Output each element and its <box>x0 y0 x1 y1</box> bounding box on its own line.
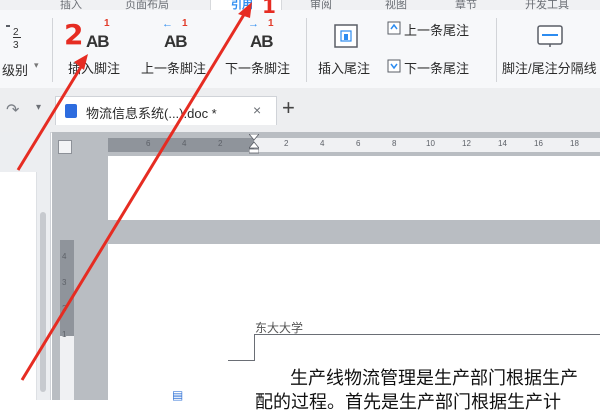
ruler-tick: 4 <box>62 252 67 261</box>
close-icon[interactable]: × <box>253 102 261 118</box>
ruler-tick: 14 <box>498 139 507 148</box>
ruler-tick: 16 <box>534 139 543 148</box>
ruler-tick: 1 <box>62 330 67 339</box>
ruler-tick: 8 <box>392 139 397 148</box>
navigation-pane-content <box>0 172 37 400</box>
left-arrow-icon: ← <box>162 18 173 30</box>
divider <box>306 18 307 82</box>
prev-footnote-ab-icon: AB <box>164 32 188 51</box>
prev-endnote-button[interactable]: 上一条尾注 <box>386 18 496 48</box>
ruler-tick: 2 <box>218 139 223 148</box>
level-dropdown-icon: ▾ <box>34 60 39 70</box>
tab-stop-selector[interactable] <box>58 140 72 154</box>
insert-endnote-button[interactable]: 插入尾注 <box>312 10 384 88</box>
navigation-pane <box>0 132 51 400</box>
footnote-separator-button[interactable]: 脚注/尾注分隔线 <box>500 10 600 88</box>
svg-text:2: 2 <box>13 27 19 38</box>
vertical-ruler[interactable]: 4 3 2 1 <box>60 240 74 400</box>
prev-endnote-label: 上一条尾注 <box>404 23 470 38</box>
ruler-tick: 10 <box>426 139 435 148</box>
ruler-tick: 18 <box>570 139 579 148</box>
document-file-icon <box>65 104 77 118</box>
next-footnote-label: 下一条脚注 <box>225 61 291 76</box>
next-endnote-icon <box>387 59 401 73</box>
prev-footnote-button[interactable]: AB ← 1 上一条脚注 <box>138 10 216 88</box>
footnote-ab-icon: AB <box>86 32 110 51</box>
new-tab-button[interactable]: + <box>282 95 295 121</box>
footnote-sup-icon: 1 <box>104 18 110 29</box>
next-footnote-ab-icon: AB <box>250 32 274 51</box>
ruler-tick: 2 <box>62 304 67 313</box>
document-tab-bar: ↷ ▾ 物流信息系统(...).doc * × + <box>0 88 600 133</box>
ruler-text-area <box>60 336 74 400</box>
next-footnote-button[interactable]: AB → 1 下一条脚注 <box>222 10 302 88</box>
redo-icon[interactable]: ↷ <box>6 100 19 120</box>
horizontal-ruler[interactable]: 6 4 2 2 4 6 8 10 12 14 16 18 <box>108 138 600 152</box>
endnote-page-icon <box>334 24 358 48</box>
navigation-scrollbar[interactable] <box>40 212 46 392</box>
next-footnote-sup-icon: 1 <box>268 18 274 29</box>
margin-mark <box>254 334 255 360</box>
ribbon-toolbar: 2 3 级别 ▾ AB 1 插入脚注 AB ← 1 上一条脚注 AB → 1 下… <box>0 10 600 89</box>
ruler-tick: 2 <box>284 139 289 148</box>
next-endnote-label: 下一条尾注 <box>404 61 470 76</box>
ruler-tick: 4 <box>182 139 187 148</box>
level-icon: 2 3 <box>6 25 21 50</box>
ruler-tick: 6 <box>356 139 361 148</box>
annotation-step-1: 1 <box>262 0 276 18</box>
prev-footnote-sup-icon: 1 <box>182 18 188 29</box>
divider <box>496 18 497 82</box>
ruler-tick: 6 <box>146 139 151 148</box>
insert-footnote-label: 插入脚注 <box>68 61 121 76</box>
margin-mark <box>228 360 255 361</box>
level-label: 级别 <box>2 63 29 78</box>
annotation-step-2: 2 <box>64 18 84 51</box>
document-tab[interactable]: 物流信息系统(...).doc * × <box>55 96 277 125</box>
indent-marker-icon[interactable] <box>249 134 259 154</box>
insert-endnote-label: 插入尾注 <box>318 61 371 76</box>
svg-text:3: 3 <box>13 40 19 50</box>
header-line <box>254 334 600 335</box>
divider <box>52 18 53 82</box>
body-text-line[interactable]: 配的过程。首先是生产部门根据生产计 <box>255 388 561 414</box>
document-tab-title: 物流信息系统(...).doc * <box>86 106 217 121</box>
right-arrow-icon: → <box>248 18 259 30</box>
ruler-tick: 12 <box>462 139 471 148</box>
ruler-tick: 4 <box>320 139 325 148</box>
previous-page <box>108 156 600 220</box>
dropdown-icon[interactable]: ▾ <box>36 102 41 113</box>
next-endnote-button[interactable]: 下一条尾注 <box>386 56 496 86</box>
ruler-tick: 3 <box>62 278 67 287</box>
separator-line-icon <box>537 25 563 47</box>
separator-line-label: 脚注/尾注分隔线 <box>502 61 597 76</box>
prev-endnote-icon <box>387 21 401 35</box>
level-button[interactable]: 2 3 级别 ▾ <box>0 10 48 88</box>
prev-footnote-label: 上一条脚注 <box>141 61 207 76</box>
body-text-line[interactable]: 生产线物流管理是生产部门根据生产 <box>290 364 578 390</box>
